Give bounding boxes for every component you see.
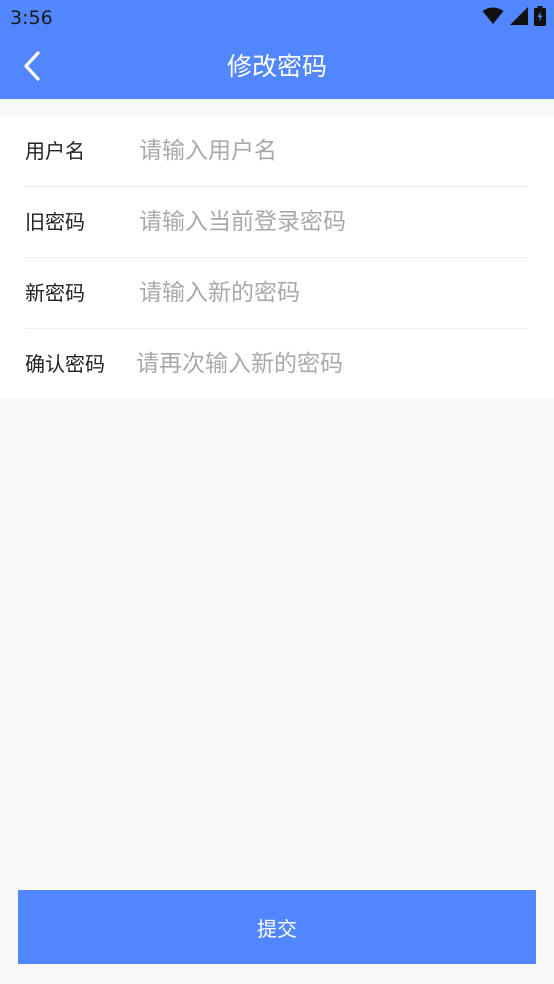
username-row: 用户名 (25, 116, 528, 187)
status-bar: 3:56 (0, 0, 554, 36)
status-time: 3:56 (10, 7, 53, 29)
cellular-signal-icon (510, 7, 528, 29)
new-password-input[interactable] (139, 272, 519, 314)
battery-charging-icon (534, 6, 546, 30)
page-title: 修改密码 (226, 52, 327, 81)
confirm-password-input[interactable] (136, 343, 516, 385)
old-password-label: 旧密码 (25, 210, 85, 234)
submit-button[interactable]: 提交 (18, 890, 536, 964)
confirm-password-row: 确认密码 (25, 329, 528, 399)
wifi-icon (482, 7, 504, 29)
username-input[interactable] (139, 130, 519, 172)
confirm-password-label: 确认密码 (25, 352, 105, 376)
change-password-form: 用户名 旧密码 新密码 确认密码 (0, 116, 554, 398)
old-password-input[interactable] (139, 201, 519, 243)
old-password-row: 旧密码 (25, 187, 528, 258)
username-label: 用户名 (25, 139, 85, 163)
app-bar: 修改密码 (0, 36, 554, 99)
new-password-row: 新密码 (25, 258, 528, 329)
new-password-label: 新密码 (25, 281, 85, 305)
status-icons (482, 6, 546, 30)
